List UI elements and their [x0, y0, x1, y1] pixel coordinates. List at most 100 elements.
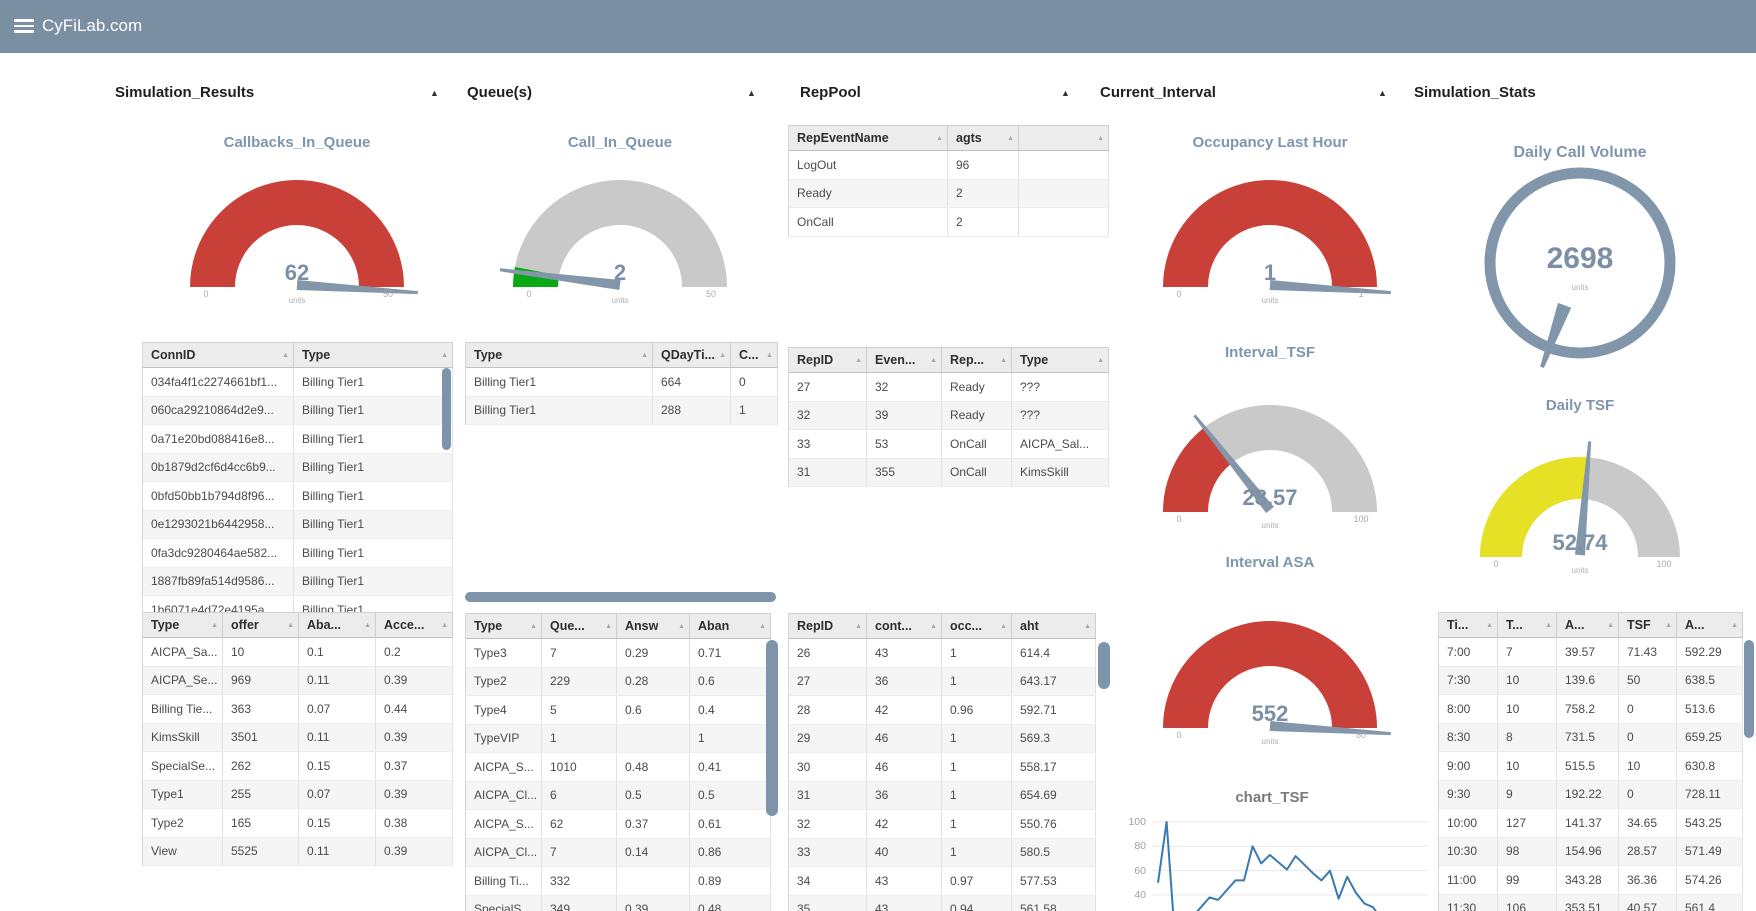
column-header-aba[interactable]: Aba... ▲	[299, 613, 376, 637]
table-row[interactable]: Type2 165 0.15 0.38	[143, 809, 453, 838]
table-row[interactable]: Billing Tie... 363 0.07 0.44	[143, 695, 453, 724]
table-row[interactable]: 31 36 1 654.69	[789, 781, 1096, 810]
table-row[interactable]: Ready 2	[789, 179, 1109, 208]
column-header-aht[interactable]: aht ▲	[1012, 614, 1096, 638]
table-row[interactable]: LogOut 96	[789, 151, 1109, 180]
panel-collapse-icon[interactable]: ▲	[747, 88, 756, 98]
table-row[interactable]: 33 40 1 580.5	[789, 838, 1096, 867]
chart-y-axis-tick: 100	[1128, 816, 1146, 828]
table-row[interactable]: 32 39 Ready???	[789, 401, 1109, 430]
table-row[interactable]: AICPA_S... 62 0.37 0.61	[466, 810, 771, 839]
column-header-occ[interactable]: occ... ▲	[942, 614, 1012, 638]
column-header-repid[interactable]: RepID ▲	[789, 348, 867, 372]
column-header-tsf[interactable]: TSF ▲	[1619, 613, 1677, 637]
column-header-offer[interactable]: offer ▲	[223, 613, 299, 637]
table-row[interactable]: 34 43 0.97 577.53	[789, 867, 1096, 896]
conn-table-vertical-scrollbar[interactable]	[442, 368, 451, 450]
column-header-type[interactable]: Type ▲	[1012, 348, 1109, 372]
table-row[interactable]: View 5525 0.11 0.39	[143, 837, 453, 866]
table-row[interactable]: 0e1293021b6442958... Billing Tier1	[143, 510, 453, 539]
table-row[interactable]: 8:30 8 731.5 0 659.25	[1439, 723, 1743, 752]
column-header-type[interactable]: Type ▲	[143, 613, 223, 637]
table-row[interactable]: Type1 255 0.07 0.39	[143, 780, 453, 809]
table-row[interactable]: 32 42 1 550.76	[789, 810, 1096, 839]
table-row[interactable]: 35 43 0.94 561.58	[789, 895, 1096, 911]
panel-collapse-icon[interactable]: ▲	[430, 88, 439, 98]
column-header-t[interactable]: T... ▲	[1498, 613, 1557, 637]
queue-stats-vertical-scrollbar[interactable]	[766, 640, 778, 816]
column-header-acce[interactable]: Acce... ▲	[376, 613, 453, 637]
table-row[interactable]: 8:00 10 758.2 0 513.6	[1439, 695, 1743, 724]
table-row[interactable]: AICPA_Cl... 7 0.14 0.86	[466, 838, 771, 867]
column-header-que[interactable]: Que... ▲	[542, 614, 617, 638]
panel-collapse-icon[interactable]: ▲	[1061, 88, 1070, 98]
table-row[interactable]: Type4 5 0.6 0.4	[466, 696, 771, 725]
column-header-agts[interactable]: agts ▲	[948, 126, 1019, 150]
column-header-a[interactable]: A... ▲	[1557, 613, 1619, 637]
column-header-rep[interactable]: Rep... ▲	[942, 348, 1012, 372]
table-row[interactable]: 11:00 99 343.28 36.36 574.26	[1439, 866, 1743, 895]
table-row[interactable]: 11:30 106 353.51 40.57 561.4	[1439, 894, 1743, 911]
table-row[interactable]: SpecialS... 349 0.39 0.48	[466, 895, 771, 911]
table-row[interactable]: 31 355 OnCall KimsSkill	[789, 458, 1109, 487]
column-header-ti[interactable]: Ti... ▲	[1439, 613, 1498, 637]
table-row[interactable]: 060ca29210864d2e9... Billing Tier1	[143, 396, 453, 425]
table-row[interactable]: 10:00 127 141.37 34.65 543.25	[1439, 809, 1743, 838]
table-row[interactable]: AICPA_Se... 969 0.11 0.39	[143, 666, 453, 695]
table-row[interactable]: SpecialSe... 262 0.15 0.37	[143, 752, 453, 781]
column-header-repeventname[interactable]: RepEventName ▲	[789, 126, 948, 150]
table-cell: 0.14	[617, 838, 690, 866]
column-header-answ[interactable]: Answ ▲	[617, 614, 690, 638]
table-row[interactable]: Billing Tier1 288 1	[466, 396, 778, 425]
table-row[interactable]: 9:00 10 515.5 10 630.8	[1439, 752, 1743, 781]
column-header-even[interactable]: Even... ▲	[867, 348, 942, 372]
table-row[interactable]: OnCall 2	[789, 208, 1109, 237]
column-header-connid[interactable]: ConnID ▲	[143, 343, 294, 367]
table-row[interactable]: 1887fb89fa514d9586... Billing Tier1	[143, 567, 453, 596]
table-row[interactable]: 28 42 0.96 592.71	[789, 696, 1096, 725]
table-row[interactable]: 0b1879d2cf6d4cc6b9... Billing Tier1	[143, 453, 453, 482]
table-row[interactable]: Billing Tier1 664 0	[466, 368, 778, 397]
column-header-c[interactable]: C... ▲	[731, 343, 778, 367]
table-row[interactable]: 10:30 98 154.96 28.57 571.49	[1439, 837, 1743, 866]
table-row[interactable]: TypeVIP 1 1	[466, 724, 771, 753]
table-row[interactable]: KimsSkill 3501 0.11 0.39	[143, 723, 453, 752]
table-cell: 0.71	[690, 639, 771, 667]
table-row[interactable]: 27 32 Ready???	[789, 373, 1109, 402]
table-cell: 26	[789, 639, 867, 667]
column-header-type[interactable]: Type ▲	[466, 343, 653, 367]
table-row[interactable]: Type3 7 0.29 0.71	[466, 639, 771, 668]
column-header-a[interactable]: A... ▲	[1677, 613, 1743, 637]
table-row[interactable]: Billing Ti... 332 0.89	[466, 867, 771, 896]
table-row[interactable]: 27 36 1 643.17	[789, 667, 1096, 696]
column-header-cont[interactable]: cont... ▲	[867, 614, 942, 638]
table-row[interactable]: 26 43 1 614.4	[789, 639, 1096, 668]
table-row[interactable]: 29 46 1 569.3	[789, 724, 1096, 753]
table-row[interactable]: 30 46 1 558.17	[789, 753, 1096, 782]
panel-collapse-icon[interactable]: ▲	[1378, 88, 1387, 98]
interval-stats-vertical-scrollbar[interactable]	[1744, 640, 1754, 738]
table-row[interactable]: AICPA_Sa... 10 0.1 0.2	[143, 638, 453, 667]
table-row[interactable]: AICPA_S... 1010 0.48 0.41	[466, 753, 771, 782]
table-row[interactable]: 034fa4f1c2274661bf1... Billing Tier1	[143, 368, 453, 397]
table-row[interactable]: 7:00 7 39.57 71.43 592.29	[1439, 638, 1743, 667]
queue-horizontal-scrollbar[interactable]	[465, 592, 776, 602]
column-header-type[interactable]: Type ▲	[294, 343, 453, 367]
table-row[interactable]: 9:30 9 192.22 0 728.11	[1439, 780, 1743, 809]
column-header-blank[interactable]: ▲	[1019, 126, 1109, 150]
column-header-repid[interactable]: RepID ▲	[789, 614, 867, 638]
table-row[interactable]: 0fa3dc9280464ae582... Billing Tier1	[143, 539, 453, 568]
sort-ascending-icon: ▲	[759, 622, 766, 630]
table-row[interactable]: Type2 229 0.28 0.6	[466, 667, 771, 696]
rep-stats-vertical-scrollbar[interactable]	[1098, 642, 1110, 689]
table-row[interactable]: 0a71e20bd088416e8... Billing Tier1	[143, 425, 453, 454]
table-cell: ???	[1012, 401, 1109, 429]
column-header-type[interactable]: Type ▲	[466, 614, 542, 638]
column-header-aban[interactable]: Aban ▲	[690, 614, 771, 638]
hamburger-menu-icon[interactable]	[14, 19, 34, 34]
table-row[interactable]: AICPA_Cl... 6 0.5 0.5	[466, 781, 771, 810]
table-row[interactable]: 33 53 OnCall AICPA_Sal...	[789, 430, 1109, 459]
column-header-qdayti[interactable]: QDayTi... ▲	[653, 343, 731, 367]
table-row[interactable]: 0bfd50bb1b794d8f96... Billing Tier1	[143, 482, 453, 511]
table-row[interactable]: 7:30 10 139.6 50 638.5	[1439, 666, 1743, 695]
